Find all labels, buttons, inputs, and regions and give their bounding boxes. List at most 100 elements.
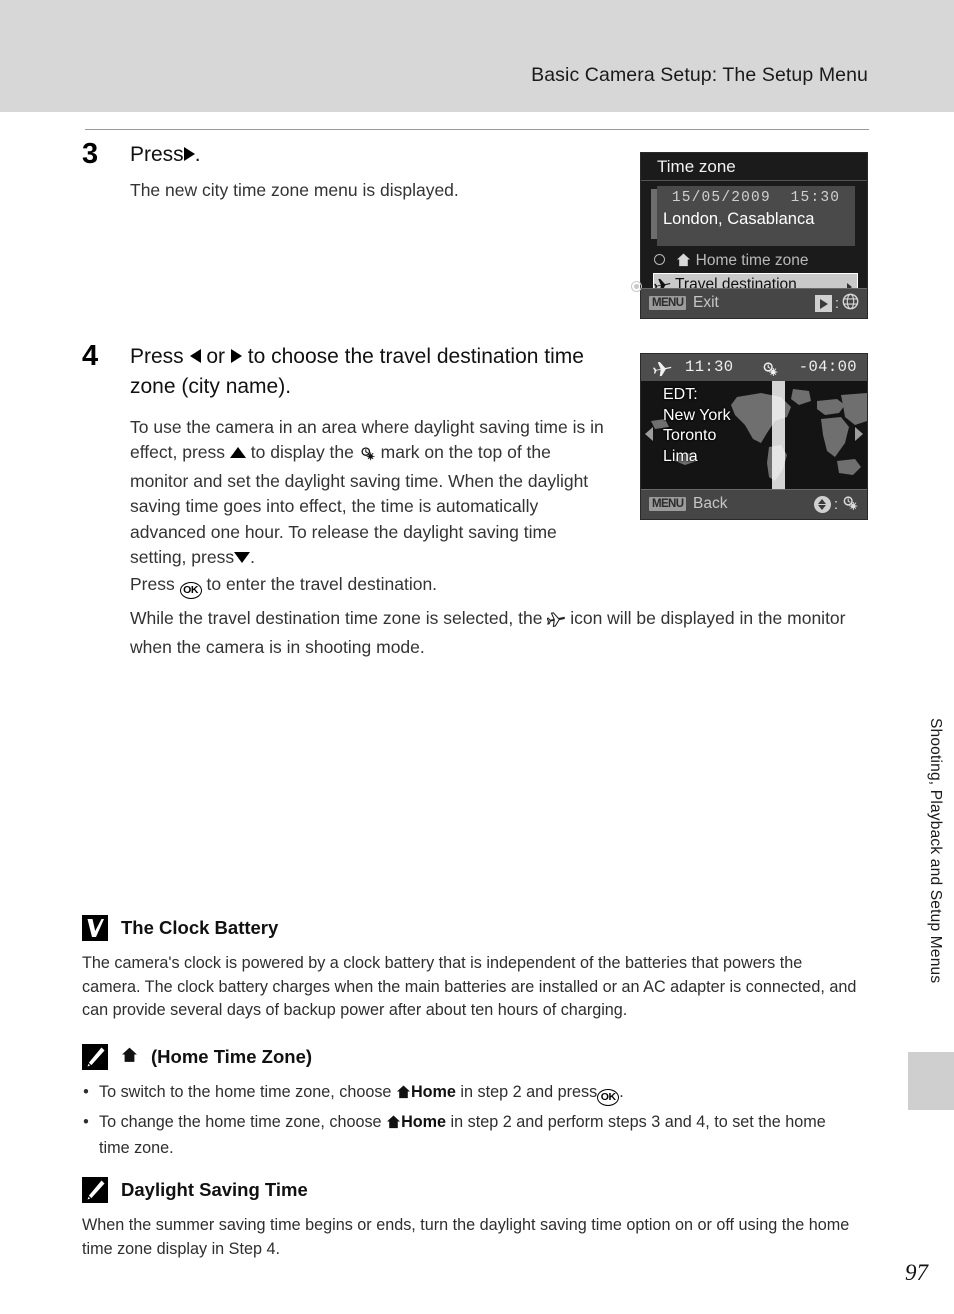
lcd-title: Time zone [641, 153, 867, 181]
city-line-4: Lima [663, 447, 698, 465]
ok-button-icon: OK [179, 582, 202, 599]
list-item: • To switch to the home time zone, choos… [82, 1080, 857, 1106]
time-zone-datetime: 15/05/2009 15:30 [657, 186, 855, 206]
travel-note-before: While the travel destination time zone i… [130, 608, 543, 628]
note-title: (Home Time Zone) [151, 1046, 313, 1067]
daylight-saving-icon [359, 443, 376, 469]
pencil-note-icon [82, 1177, 108, 1203]
note-clock-battery: The Clock Battery The camera's clock is … [82, 915, 857, 1023]
caution-check-icon [82, 915, 108, 941]
hint-separator: : [834, 295, 839, 312]
chapter-side-tab-label: Shooting, Playback and Setup Menus [927, 718, 944, 984]
lcd-screenshot-time-zone-menu: Time zone 15/05/2009 15:30 London, Casab… [631, 152, 868, 319]
ok-button-icon: OK [597, 1089, 620, 1106]
world-map-utc-offset: -04:00 [798, 358, 857, 376]
step-4-paragraph-part4: . [250, 547, 255, 568]
next-zone-arrow-icon[interactable] [855, 427, 863, 441]
world-map-graphic: EDT: New York Toronto Lima [641, 381, 867, 489]
lcd-screenshot-world-map: 11:30 -04:00 EDT: New York Toronto Lima … [640, 353, 868, 520]
step-3-text: The new city time zone menu is displayed… [130, 179, 459, 200]
city-line-2: New York [663, 406, 731, 424]
header-divider-rule [85, 129, 869, 130]
bullet-dot: • [83, 1083, 89, 1101]
chapter-thumb-tab [908, 1052, 954, 1110]
step-4-title-part1: Press [130, 345, 184, 368]
note-heading: Daylight Saving Time [82, 1177, 857, 1203]
lcd-bottom-bar: MENU Back : [641, 489, 867, 519]
step-3-title: Press. [130, 140, 627, 170]
note-body: When the summer saving time begins or en… [82, 1216, 850, 1258]
right-arrow-icon [183, 141, 195, 170]
page-header-title: Basic Camera Setup: The Setup Menu [531, 64, 868, 86]
page-number: 97 [905, 1260, 928, 1285]
pencil-note-icon [82, 1044, 108, 1070]
lcd-bottom-bar: MENU Exit : [641, 288, 867, 318]
lcd-exit-label: Exit [693, 294, 719, 311]
world-map-top-bar: 11:30 -04:00 [641, 354, 867, 381]
note-title: The Clock Battery [121, 917, 279, 938]
time-zone-city: London, Casablanca [663, 210, 815, 228]
home-icon [386, 1112, 401, 1136]
note-body: The camera's clock is powered by a clock… [82, 954, 857, 1019]
city-line-3: Toronto [663, 427, 717, 444]
up-arrow-icon [229, 441, 246, 467]
lcd-back-label: Back [693, 495, 728, 512]
menu-item-home-time-zone[interactable]: Home time zone [653, 249, 857, 273]
world-map-city-list: EDT: New York Toronto Lima [663, 385, 731, 467]
note-heading: The Clock Battery [82, 915, 857, 941]
radio-unselected-icon [654, 254, 665, 265]
note-title: Daylight Saving Time [121, 1179, 308, 1200]
previous-zone-arrow-icon[interactable] [645, 427, 653, 441]
step-3: 3 Press. The new city time zone menu is … [82, 140, 627, 203]
step-3-title-suffix: . [194, 143, 201, 166]
home-icon [676, 251, 691, 275]
step-4: 4 Press or to choose the travel destinat… [82, 342, 612, 572]
list-item: • To change the home time zone, choose H… [82, 1110, 857, 1160]
bullet-1-part2: in step 2 and press [460, 1083, 598, 1101]
city-line-1: EDT: [663, 386, 698, 403]
page-header-band [0, 0, 954, 112]
bullet-1-bold: Home [410, 1083, 456, 1101]
bullet-dot: • [83, 1113, 89, 1131]
down-arrow-icon [234, 546, 251, 572]
left-arrow-icon [189, 343, 201, 372]
step-3-number: 3 [82, 138, 99, 170]
bullet-text: To change the home time zone, choose Hom… [99, 1110, 857, 1160]
lcd-bottom-right-hint: : [813, 494, 859, 515]
daylight-saving-icon [841, 495, 859, 515]
bullet-text: To switch to the home time zone, choose … [99, 1080, 624, 1106]
note-daylight-saving-time: Daylight Saving Time When the summer sav… [82, 1177, 857, 1261]
lcd-bottom-right-hint: : [814, 293, 859, 314]
travel-destination-icon [546, 609, 566, 635]
note-heading: (Home Time Zone) [82, 1044, 857, 1070]
press-ok-after: to enter the travel destination. [206, 574, 438, 594]
step-4-paragraph: To use the camera in an area where dayli… [130, 415, 612, 572]
menu-button-badge[interactable]: MENU [649, 497, 687, 511]
step-4-number: 4 [82, 340, 99, 372]
step-4-title: Press or to choose the travel destinatio… [130, 342, 612, 401]
step-3-title-prefix: Press [130, 143, 184, 166]
bullet-1-part3: . [619, 1083, 624, 1101]
globe-icon [842, 293, 859, 314]
time-zone-date: 15/05/2009 [671, 190, 771, 206]
step-4-paragraph-part2: to display the [250, 442, 354, 463]
bullet-2-bold: Home [401, 1113, 447, 1131]
bullet-2-part1: To change the home time zone, choose [99, 1113, 382, 1131]
press-ok-instruction: Press OK to enter the travel destination… [130, 572, 830, 599]
time-zone-time: 15:30 [790, 190, 841, 206]
travel-destination-note: While the travel destination time zone i… [130, 606, 855, 660]
step-4-title-part2: or [206, 345, 226, 368]
lcd-body: 15/05/2009 15:30 London, Casablanca Home… [631, 181, 867, 298]
note-bullet-list: • To switch to the home time zone, choos… [82, 1080, 857, 1160]
note-home-time-zone: (Home Time Zone) • To switch to the home… [82, 1044, 857, 1164]
time-zone-summary-card: 15/05/2009 15:30 London, Casablanca [651, 186, 855, 246]
menu-item-home-label: Home time zone [695, 252, 809, 269]
selected-time-zone-band [772, 381, 785, 489]
bullet-1-part1: To switch to the home time zone, choose [99, 1083, 392, 1101]
hint-separator: : [833, 496, 838, 513]
right-key-icon [814, 295, 832, 312]
menu-button-badge[interactable]: MENU [649, 296, 687, 310]
press-ok-before: Press [130, 574, 175, 594]
right-arrow-icon [230, 343, 242, 372]
home-icon [396, 1082, 411, 1106]
